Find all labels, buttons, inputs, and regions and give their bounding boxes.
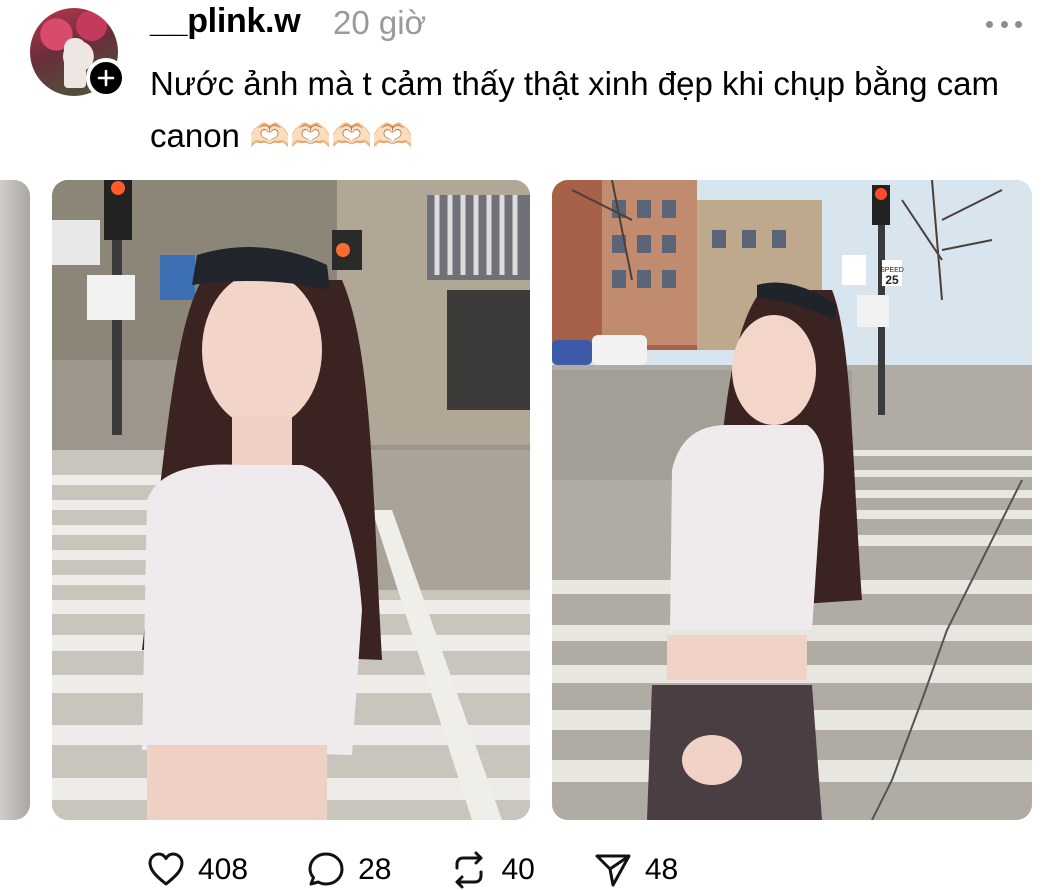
plus-icon <box>97 69 115 87</box>
post-timestamp: 20 giờ <box>333 4 427 41</box>
comment-button[interactable]: 28 <box>306 850 391 890</box>
comment-count: 28 <box>358 853 392 886</box>
street-photo-1 <box>52 180 530 820</box>
previous-photo[interactable] <box>0 180 30 820</box>
share-count: 48 <box>644 853 679 886</box>
repost-button[interactable]: 40 <box>449 850 535 890</box>
send-icon <box>595 854 631 887</box>
post-photo-1[interactable] <box>52 180 530 820</box>
comment-icon <box>308 852 344 886</box>
post-actions: 408 28 40 48 <box>146 850 736 890</box>
repost-icon <box>455 851 483 889</box>
post-caption: Nước ảnh mà t cảm thấy thật xinh đẹp khi… <box>150 65 1000 154</box>
username-link[interactable]: __plink.w <box>150 2 301 41</box>
like-button[interactable]: 408 <box>146 850 248 890</box>
like-count: 408 <box>198 853 249 886</box>
follow-button[interactable] <box>86 58 126 98</box>
speed-sign-number: 25 <box>885 273 899 287</box>
photo-carousel[interactable]: SPEED 25 <box>0 180 1062 820</box>
more-horizontal-icon <box>1000 20 1008 28</box>
avatar-container[interactable] <box>30 8 126 98</box>
repost-count: 40 <box>501 853 535 886</box>
more-options-button[interactable] <box>986 12 1022 36</box>
more-horizontal-icon <box>1015 20 1022 28</box>
heart-icon <box>148 852 184 886</box>
more-horizontal-icon <box>986 20 993 28</box>
post-photo-2[interactable]: SPEED 25 <box>552 180 1032 820</box>
street-photo-2: SPEED 25 <box>552 180 1032 820</box>
share-button[interactable]: 48 <box>593 850 678 890</box>
